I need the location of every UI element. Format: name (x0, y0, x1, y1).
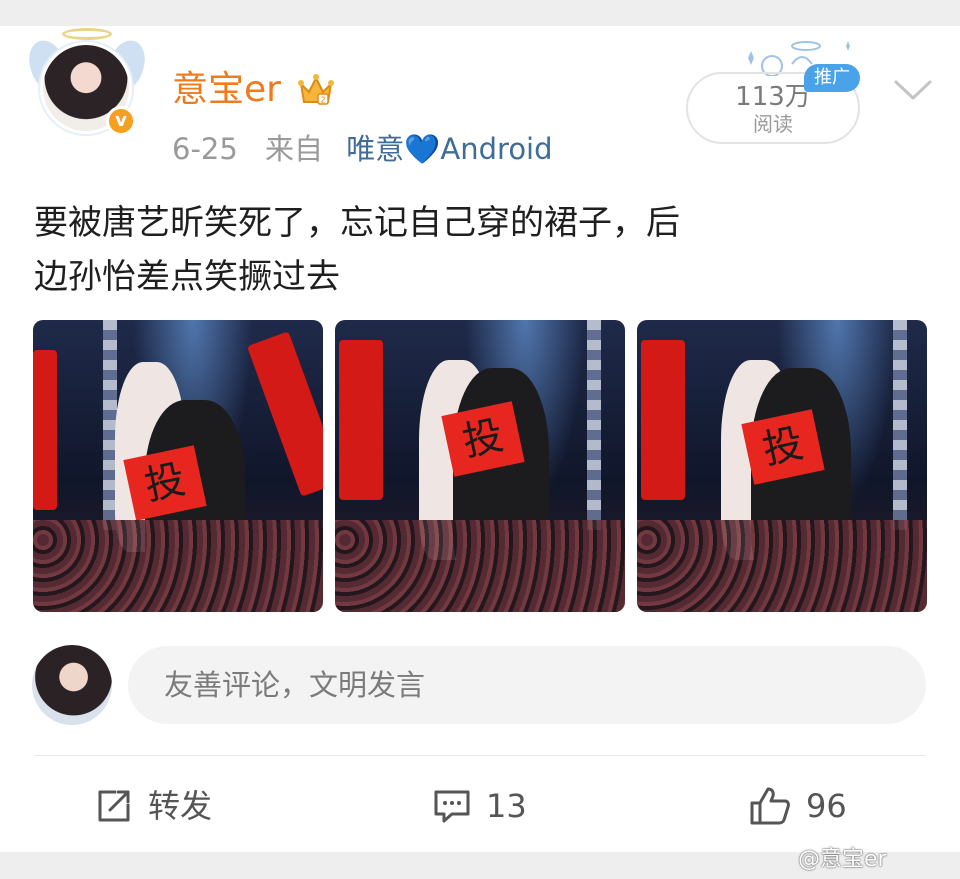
halo-decoration (62, 28, 112, 40)
device-name: 唯意 (346, 132, 405, 166)
device-os: Android (440, 132, 553, 166)
repost-button[interactable]: 转发 (94, 778, 212, 834)
source-device-link[interactable]: 唯意💙Android (346, 132, 552, 166)
post-photo-1[interactable]: 投 (33, 320, 323, 612)
audience (33, 520, 323, 612)
stage-stripe (893, 320, 907, 530)
stage-stripe (587, 320, 601, 530)
audience (637, 520, 927, 612)
heart-icon: 💙 (404, 132, 441, 166)
chevron-down-icon[interactable] (890, 70, 936, 110)
post-date: 6-25 (172, 132, 238, 166)
red-banner (641, 340, 685, 500)
source-prefix: 来自 (265, 132, 324, 166)
views-label: 阅读 (753, 112, 793, 136)
post-body: 要被唐艺昕笑死了，忘记自己穿的裙子，后 边孙怡差点笑撅过去 (34, 196, 814, 304)
comment-icon (434, 790, 470, 823)
comment-input[interactable]: 友善评论，文明发言 (128, 646, 926, 724)
red-banner (246, 331, 323, 497)
top-strip (0, 0, 960, 26)
repost-label: 转发 (148, 787, 213, 825)
post-text-line-1: 要被唐艺昕笑死了，忘记自己穿的裙子，后 (34, 203, 680, 243)
like-button[interactable]: 96 (748, 778, 847, 834)
crown-icon[interactable]: 2 (297, 72, 335, 108)
author-name[interactable]: 意宝er (172, 68, 281, 112)
current-user-avatar[interactable] (32, 645, 112, 725)
post-photo-2[interactable]: 投 (335, 320, 625, 612)
audience (335, 520, 625, 612)
like-count: 96 (806, 787, 847, 825)
comment-count: 13 (486, 787, 527, 825)
verified-icon: v (106, 106, 136, 136)
repost-icon (98, 790, 130, 822)
promo-badge[interactable]: 推广 (804, 64, 860, 92)
red-banner (339, 340, 383, 500)
divider (34, 755, 926, 756)
comment-button[interactable]: 13 (432, 778, 527, 834)
thumbs-up-icon (750, 787, 790, 825)
post-meta: 6-25 来自 唯意💙Android (172, 130, 553, 168)
weibo-watermark: @意宝er (798, 847, 887, 872)
red-banner (33, 350, 57, 510)
author-avatar-group[interactable]: v (23, 28, 151, 140)
post-photo-3[interactable]: 投 (637, 320, 927, 612)
post-text-line-2: 边孙怡差点笑撅过去 (34, 257, 340, 297)
svg-text:2: 2 (320, 96, 325, 105)
weibo-post-screen: v 意宝er 2 6-25 来自 唯意💙Android 113万 阅读 推广 要… (0, 0, 960, 879)
